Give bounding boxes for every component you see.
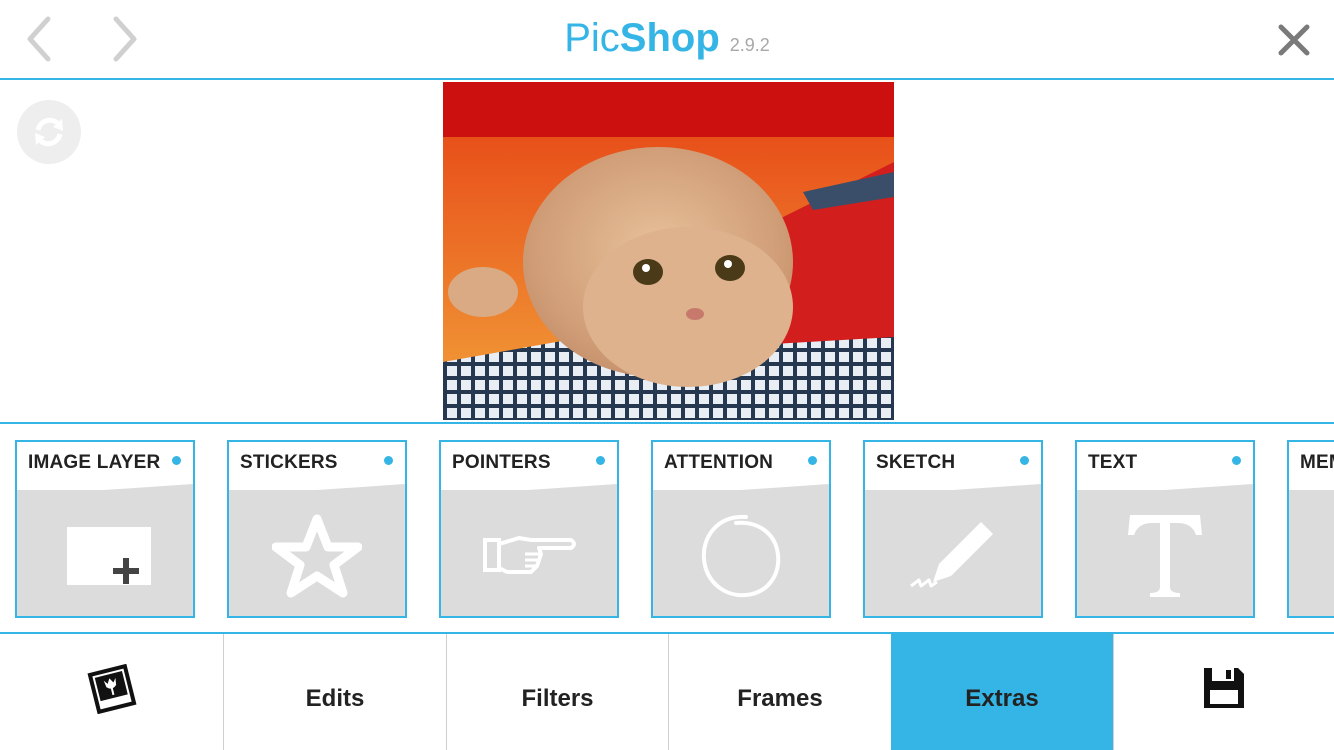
- tab-save[interactable]: [1113, 634, 1334, 750]
- tab-label: Edits: [305, 685, 365, 712]
- star-icon: [229, 506, 405, 606]
- tool-text[interactable]: TEXT: [1075, 440, 1255, 618]
- gallery-photo-icon: [87, 664, 136, 714]
- tile-bg: [1289, 490, 1334, 616]
- tool-image-layer[interactable]: IMAGE LAYER: [15, 440, 195, 618]
- tool-label: STICKERS: [240, 452, 338, 473]
- rotate-icon: [35, 117, 63, 147]
- app-title: PicShop 2.9.2: [0, 16, 1334, 68]
- close-button[interactable]: [1274, 20, 1314, 60]
- tab-frames[interactable]: Frames: [668, 634, 891, 750]
- pencil-icon: [865, 506, 1041, 606]
- rotate-button[interactable]: [17, 100, 81, 164]
- new-indicator-dot: [1232, 456, 1241, 465]
- tool-sketch[interactable]: SKETCH: [863, 440, 1043, 618]
- extras-tools-strip[interactable]: IMAGE LAYER STICKERS POINTERS ATTENTION …: [0, 422, 1334, 634]
- tab-label: Frames: [737, 685, 823, 712]
- tool-stickers[interactable]: STICKERS: [227, 440, 407, 618]
- tool-label: MEM: [1300, 452, 1334, 473]
- bottom-tab-bar: Edits Filters Frames Extras: [0, 634, 1334, 750]
- new-indicator-dot: [808, 456, 817, 465]
- tool-pointers[interactable]: POINTERS: [439, 440, 619, 618]
- app-title-pic: Pic: [564, 16, 620, 60]
- circle-scribble-icon: [653, 506, 829, 606]
- text-t-icon: [1077, 506, 1253, 606]
- pointing-hand-icon: [441, 506, 617, 606]
- tool-label: TEXT: [1088, 452, 1138, 473]
- kitten-photo[interactable]: [443, 82, 894, 420]
- tab-label: Filters: [521, 685, 594, 712]
- tab-extras[interactable]: Extras: [891, 634, 1113, 750]
- app-version: 2.9.2: [729, 35, 770, 55]
- new-indicator-dot: [384, 456, 393, 465]
- tab-edits[interactable]: Edits: [223, 634, 446, 750]
- tool-label: IMAGE LAYER: [28, 452, 161, 473]
- tab-label: Extras: [965, 685, 1039, 712]
- top-bar: PicShop 2.9.2: [0, 0, 1334, 80]
- new-indicator-dot: [172, 456, 181, 465]
- new-indicator-dot: [596, 456, 605, 465]
- new-indicator-dot: [1020, 456, 1029, 465]
- tool-label: ATTENTION: [664, 452, 774, 473]
- tab-gallery[interactable]: [0, 634, 223, 750]
- image-layer-add-icon: [17, 506, 193, 606]
- app-title-shop: Shop: [619, 16, 720, 60]
- close-icon: [1278, 24, 1310, 56]
- tool-attention[interactable]: ATTENTION: [651, 440, 831, 618]
- photo-image: [443, 82, 894, 420]
- tool-label: SKETCH: [876, 452, 956, 473]
- tool-meme[interactable]: MEM: [1287, 440, 1334, 618]
- tab-filters[interactable]: Filters: [446, 634, 668, 750]
- editor-canvas: [0, 80, 1334, 423]
- save-disk-icon: [1204, 668, 1244, 708]
- tool-label: POINTERS: [452, 452, 551, 473]
